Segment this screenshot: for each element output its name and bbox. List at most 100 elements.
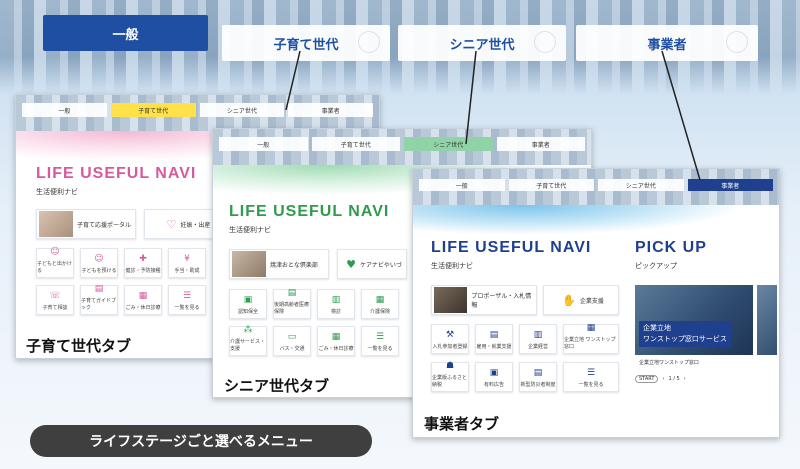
tab-general[interactable]: 一般 [43,15,208,51]
screen-tab-jigyosha[interactable]: 事業者 [687,179,773,191]
tile-label: 一覧を見る [367,346,393,352]
tab-kosodate-label: 子育て世代 [273,37,339,53]
screen-tab-jigyosha[interactable]: 事業者 [288,103,373,117]
menu-tile[interactable]: ▤ 新型防災者制度 [519,362,557,392]
menu-tile[interactable]: ▦ 企業立地 ワンストップ窓口 [563,323,619,354]
feature-card[interactable]: ✋ 企業支援 [543,285,619,315]
tab-kosodate[interactable]: 子育て世代 [222,25,390,61]
tile-label: 健診・予防接種 [125,268,161,274]
screen-tab-senior[interactable]: シニア世代 [404,137,493,151]
heart-hand-icon: ♥ [346,257,356,271]
menu-tile[interactable]: ☰ 一覧を見る [361,326,399,356]
screen-tab-senior[interactable]: シニア世代 [598,179,684,191]
tile-icon: ▤ [489,330,499,340]
tile-icon: ☺ [94,254,104,264]
tile-label: 子育て相談 [42,305,68,311]
menu-tile[interactable]: ☏ 子育て相談 [36,285,74,315]
tab-deco-circle [534,31,556,53]
screen-tab-general[interactable]: 一般 [22,103,107,117]
slider-next-icon[interactable]: › [684,376,686,382]
tile-label: 子育てガイドブック [81,298,117,311]
tile-label: 一覧を見る [578,382,604,388]
gavel-icon: ⚒ [445,330,455,340]
screen-tab-jigyosha[interactable]: 事業者 [496,137,585,151]
tab-jigyosha-label: 事業者 [647,37,687,53]
pickup-card[interactable]: 企業立地 ワンストップ窓口サービス [635,285,753,355]
screen-tab-general[interactable]: 一般 [419,179,505,191]
kosodate-caption: 子育て世代タブ [22,334,136,357]
tile-icon: ▤ [94,284,104,294]
menu-tile[interactable]: ▭ バス・交通 [273,326,311,356]
pickup-card-next[interactable] [757,285,777,355]
navi-subtitle: 生活便利ナビ [36,188,78,196]
feature-photo [39,211,73,237]
menu-tile[interactable]: ¥ 手当・助成 [168,248,206,278]
feature-label: 企業支援 [579,297,604,305]
menu-tile[interactable]: ⚒ 入札参加者登録 [431,324,469,354]
tab-deco-circle [358,31,380,53]
menu-tile[interactable]: ▤ 後期高齢者医療保険 [273,288,311,319]
tile-icon: ☗ [445,361,455,371]
feature-card[interactable]: 子育て応援ポータル [36,209,136,239]
feature-label: 子育て応援ポータル [77,221,132,229]
menu-tile[interactable]: ☺ 子どもを預ける [80,248,118,278]
tile-label: 企業立地 ワンストップ窓口 [564,337,616,350]
slider-start-button[interactable]: START [635,375,659,383]
tab-senior[interactable]: シニア世代 [398,25,566,61]
screen-tab-kosodate[interactable]: 子育て世代 [110,103,196,117]
feature-label: ケアナビやいづ [359,261,402,269]
menu-tile[interactable]: ▦ 介護保険 [361,289,399,319]
jigyosha-screen: 一般 子育て世代 シニア世代 事業者 LIFE USEFUL NAVI 生活便利… [412,168,780,438]
menu-tile[interactable]: ☺ 子どもと出かける [36,247,74,278]
screen-tab-kosodate[interactable]: 子育て世代 [311,137,400,151]
feature-card[interactable]: 焼津おとな倶楽部 [229,249,329,279]
tile-label: 雇用・就業支援 [476,344,512,350]
tile-icon: ▤ [287,288,297,298]
screen-tab-senior[interactable]: シニア世代 [199,103,285,117]
feature-card[interactable]: プロポーザル・入札情報 [431,285,537,315]
slider-prev-icon[interactable]: ‹ [662,376,664,382]
handshake-icon: ✋ [562,293,576,307]
tile-label: 介護サービス・支援 [230,339,266,352]
menu-tile[interactable]: ▦ ごみ・休日診療 [124,285,162,315]
tile-icon: ¥ [184,254,190,264]
menu-tile[interactable]: ▦ ごみ・休日診療 [317,326,355,356]
pickup-caption: 企業立地ワンストップ窓口 [639,360,699,366]
menu-tile[interactable]: ▣ 有料広告 [475,362,513,392]
screen-tab-general[interactable]: 一般 [219,137,308,151]
tile-label: 手当・助成 [174,268,200,274]
pickup-card-overlay: 企業立地 ワンストップ窓口サービス [639,321,731,347]
tile-label: バス・交通 [279,346,305,352]
tab-jigyosha[interactable]: 事業者 [576,25,758,61]
menu-tile[interactable]: ✚ 健診・予防接種 [124,248,162,278]
menu-tile[interactable]: ▣ 認知保全 [229,289,267,319]
header-wave [413,205,779,235]
bus-icon: ▭ [287,332,297,342]
tile-icon: ▦ [331,332,341,342]
tile-icon: ▤ [533,368,543,378]
tile-label: 介護保険 [369,309,390,315]
tile-icon: ☰ [182,291,192,301]
tile-icon: ▦ [586,323,596,333]
feature-card[interactable]: ♥ ケアナビやいづ [337,249,407,279]
tile-label: 入札参加者登録 [432,344,468,350]
feature-photo [232,251,266,277]
menu-tile[interactable]: ☰ 一覧を見る [168,285,206,315]
menu-tile[interactable]: ▤ 雇用・就業支援 [475,324,513,354]
tab-deco-circle [726,31,748,53]
menu-tile[interactable]: ☰ 一覧を見る [563,362,619,392]
tile-label: 子どもを預ける [81,268,117,274]
tile-label: ごみ・休日診療 [125,305,161,311]
menu-tile[interactable]: ▥ 検診 [317,289,355,319]
menu-tile[interactable]: ▥ 企業経営 [519,324,557,354]
tile-label: 一覧を見る [174,305,200,311]
senior-caption: シニア世代タブ [220,374,334,397]
menu-tile[interactable]: ☗ 企業版ふるさと納税 [431,361,469,392]
feature-photo [434,287,468,313]
pickup-card-line2: ワンストップ窓口サービス [643,335,727,343]
screen-tab-kosodate[interactable]: 子育て世代 [508,179,594,191]
navi-title: LIFE USEFUL NAVI [36,165,197,182]
menu-tile[interactable]: ⁂ 介護サービス・支援 [229,325,267,356]
tile-label: 認知保全 [237,309,258,315]
menu-tile[interactable]: ▤ 子育てガイドブック [80,284,118,315]
